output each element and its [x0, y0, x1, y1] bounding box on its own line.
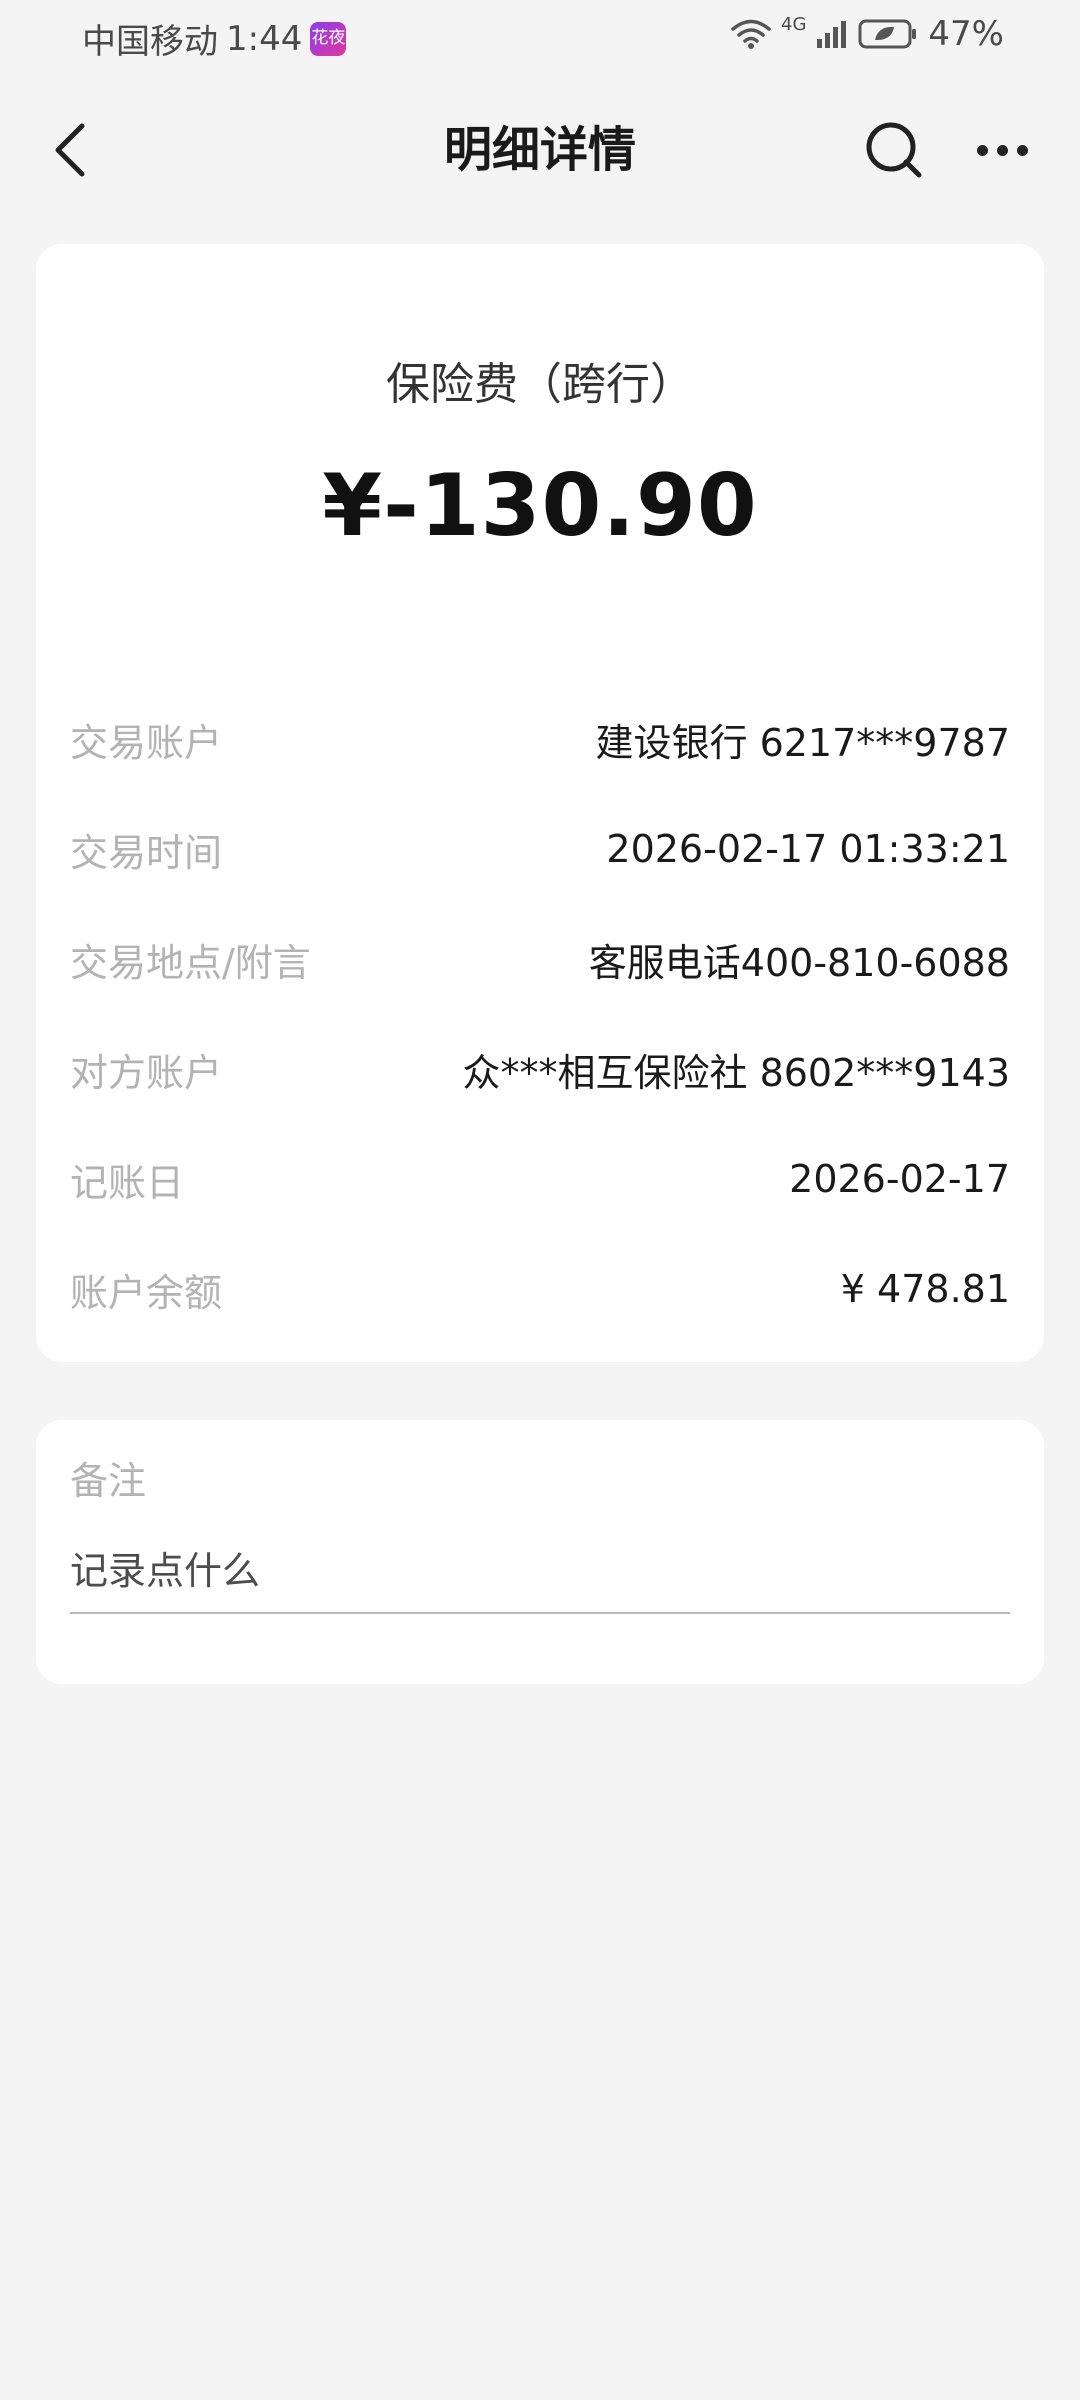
more-dots-icon: [976, 144, 988, 156]
detail-value: 2026-02-17 01:33:21: [606, 827, 1010, 871]
detail-list: 交易账户 建设银行 6217***9787 交易时间 2026-02-17 01…: [70, 684, 1010, 1344]
battery-percent: 47%: [928, 14, 1004, 54]
header-bar: 明细详情: [0, 76, 1080, 220]
status-right: 4G 47%: [731, 14, 1004, 54]
status-bar: 中国移动 1:44 花夜 4G 47%: [0, 0, 1080, 76]
remark-label: 备注: [70, 1459, 147, 1503]
detail-value: 客服电话400-810-6088: [588, 940, 1010, 985]
transaction-type: 保险费（跨行）: [386, 359, 694, 410]
battery-icon: [858, 18, 918, 50]
network-type: 4G: [781, 14, 807, 35]
detail-row-time: 交易时间 2026-02-17 01:33:21: [70, 794, 1010, 904]
detail-label: 账户余额: [70, 1270, 223, 1315]
search-icon: [866, 122, 922, 178]
detail-value: ¥ 478.81: [840, 1267, 1010, 1311]
detail-row-counterparty: 对方账户 众***相互保险社 8602***9143: [70, 1014, 1010, 1124]
detail-value: 众***相互保险社 8602***9143: [462, 1050, 1011, 1095]
app-badge-icon: 花夜: [310, 21, 347, 56]
detail-label: 交易账户: [70, 720, 223, 765]
detail-label: 记账日: [70, 1160, 185, 1205]
detail-row-location: 交易地点/附言 客服电话400-810-6088: [70, 904, 1010, 1014]
more-button[interactable]: [966, 114, 1038, 186]
detail-value: 建设银行 6217***9787: [595, 720, 1011, 765]
wifi-icon: [731, 18, 771, 50]
detail-label: 对方账户: [70, 1050, 223, 1095]
detail-label: 交易地点/附言: [70, 940, 311, 985]
more-dots-icon: [996, 144, 1008, 156]
clock-time: 1:44: [226, 18, 303, 59]
more-dots-icon: [1016, 144, 1028, 156]
detail-label: 交易时间: [70, 830, 223, 875]
remark-input[interactable]: [70, 1530, 1010, 1614]
status-left: 中国移动 1:44 花夜: [82, 14, 347, 63]
detail-row-balance: 账户余额 ¥ 478.81: [70, 1234, 1010, 1344]
detail-row-posting-date: 记账日 2026-02-17: [70, 1124, 1010, 1234]
detail-row-account: 交易账户 建设银行 6217***9787: [70, 684, 1010, 794]
remark-card: 备注: [36, 1420, 1044, 1684]
detail-value: 2026-02-17: [789, 1157, 1010, 1201]
signal-icon: [816, 19, 848, 49]
transaction-amount: ¥-130.90: [322, 456, 758, 556]
transaction-detail-card: 保险费（跨行） ¥-130.90 交易账户 建设银行 6217***9787 交…: [36, 244, 1044, 1362]
carrier-name: 中国移动: [82, 22, 218, 62]
search-button[interactable]: [858, 114, 930, 186]
